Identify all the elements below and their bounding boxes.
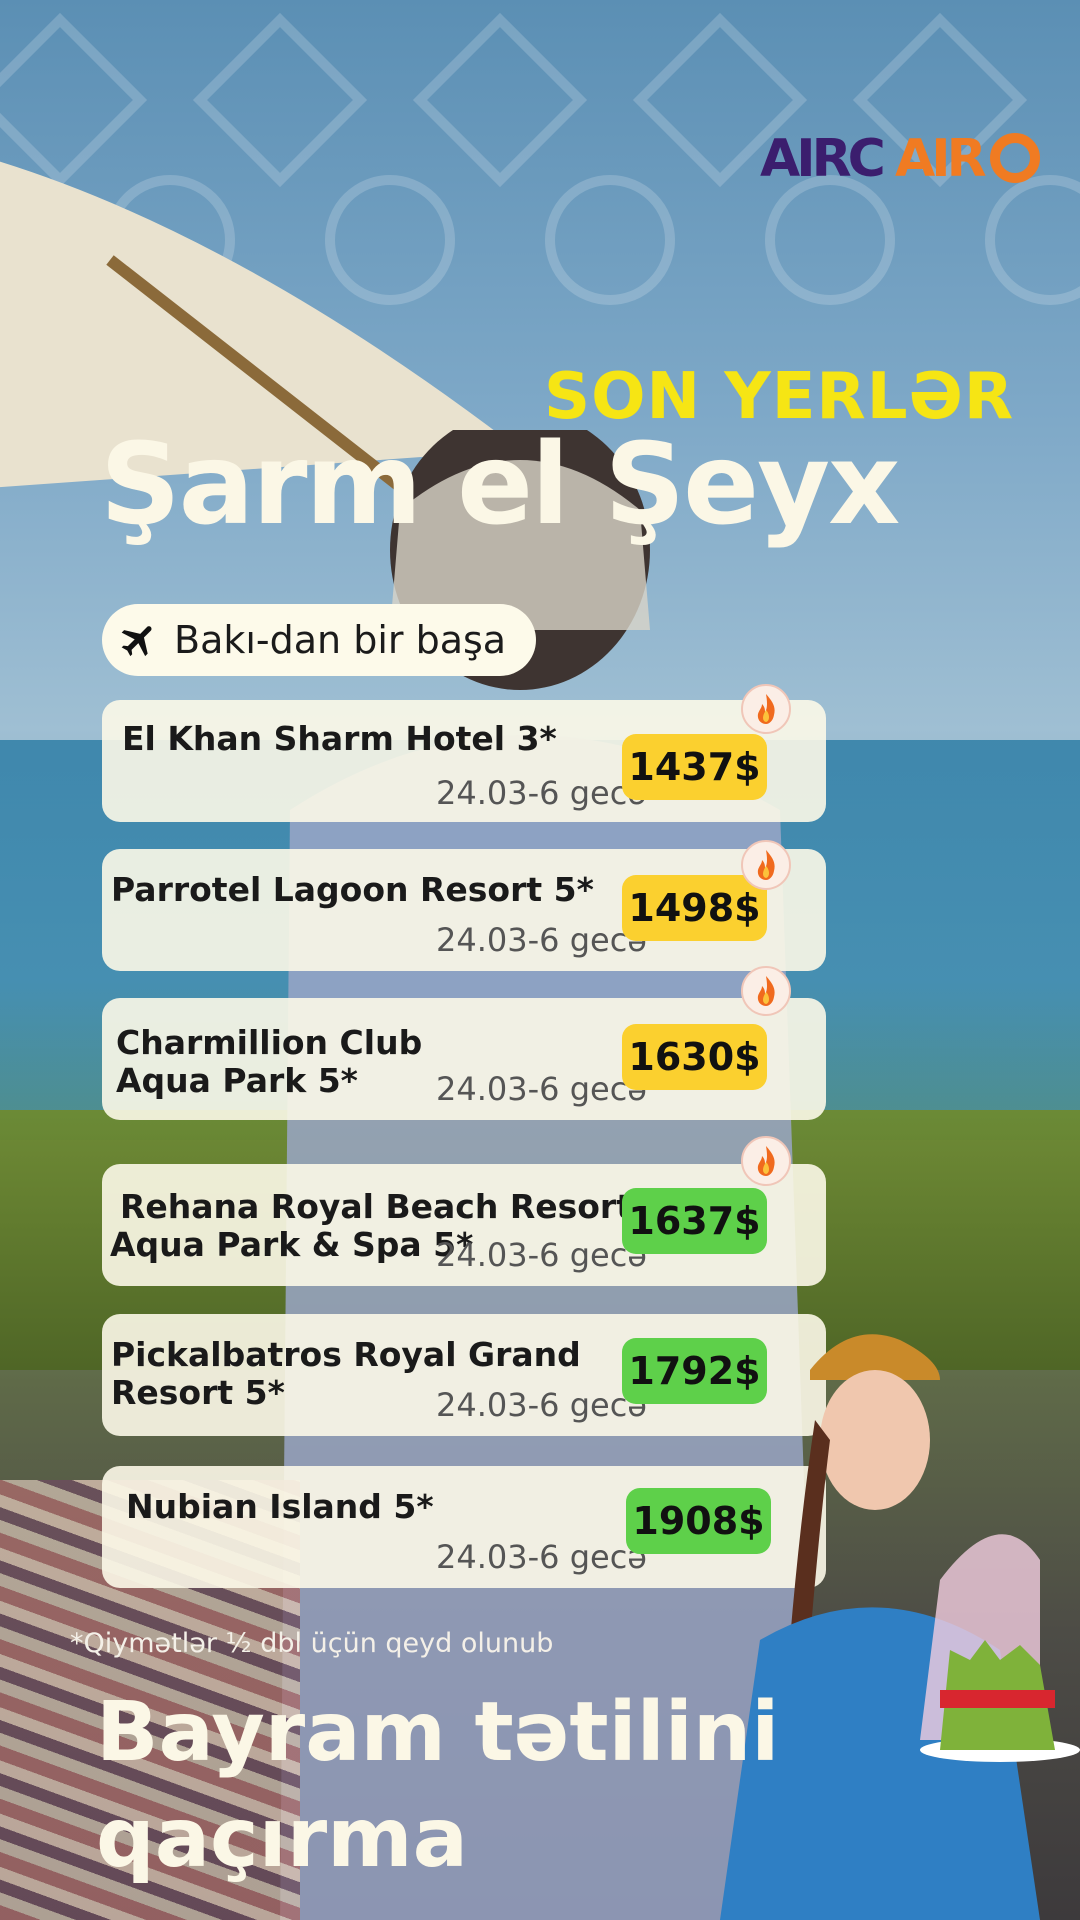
hotel-name: Charmillion Club Aqua Park 5* xyxy=(116,1024,422,1100)
slogan-line: Bayram tətilini xyxy=(96,1685,780,1780)
price-badge: 1630$ xyxy=(622,1024,767,1090)
hotel-name-line: Pickalbatros Royal Grand xyxy=(111,1335,581,1374)
destination-title: Şarm el Şeyx xyxy=(100,420,900,550)
price-badge: 1637$ xyxy=(622,1188,767,1254)
fire-icon xyxy=(741,966,791,1016)
promo-poster: AIRC AIR SON YERLƏR Şarm el Şeyx Bakı-da… xyxy=(0,0,1080,1920)
svg-text:AIR: AIR xyxy=(895,129,986,186)
hotel-card[interactable]: Charmillion Club Aqua Park 5* 24.03-6 ge… xyxy=(102,998,826,1120)
hotel-dates: 24.03-6 gecə xyxy=(436,1070,647,1108)
airplane-icon xyxy=(121,626,152,657)
direct-flight-badge: Bakı-dan bir başa xyxy=(102,604,536,676)
hotel-card[interactable]: El Khan Sharm Hotel 3* 24.03-6 gecə 1437… xyxy=(102,700,826,822)
hotel-name-line: Charmillion Club xyxy=(116,1023,423,1062)
hotel-card[interactable]: Parrotel Lagoon Resort 5* 24.03-6 gecə 1… xyxy=(102,849,826,971)
hotel-name: Nubian Island 5* xyxy=(126,1487,434,1526)
hotel-dates: 24.03-6 gecə xyxy=(436,921,647,959)
hotel-card[interactable]: Rehana Royal Beach Resort Aqua Park & Sp… xyxy=(102,1164,826,1286)
hotel-name-line: Aqua Park 5* xyxy=(116,1061,358,1100)
slogan: Bayram tətilini qaçırma xyxy=(96,1680,779,1892)
price-footnote: *Qiymətlər ½ dbl üçün qeyd olunub xyxy=(70,1628,554,1659)
slogan-line: qaçırma xyxy=(96,1791,468,1886)
hotel-dates: 24.03-6 gecə xyxy=(436,1386,647,1424)
hotel-dates: 24.03-6 gecə xyxy=(436,1538,647,1576)
price-badge: 1437$ xyxy=(622,734,767,800)
hotel-dates: 24.03-6 gecə xyxy=(436,1236,647,1274)
fire-icon xyxy=(741,1136,791,1186)
fire-icon xyxy=(741,840,791,890)
aircairo-logo: AIRC AIR xyxy=(760,129,1040,186)
hotel-name: El Khan Sharm Hotel 3* xyxy=(122,719,557,758)
svg-text:AIRC: AIRC xyxy=(760,129,883,186)
hotel-name-line: Rehana Royal Beach Resort xyxy=(120,1187,632,1226)
fire-icon xyxy=(741,684,791,734)
hotel-name: Parrotel Lagoon Resort 5* xyxy=(111,870,594,909)
hotel-dates: 24.03-6 gecə xyxy=(436,774,647,812)
direct-flight-label: Bakı-dan bir başa xyxy=(174,618,507,662)
